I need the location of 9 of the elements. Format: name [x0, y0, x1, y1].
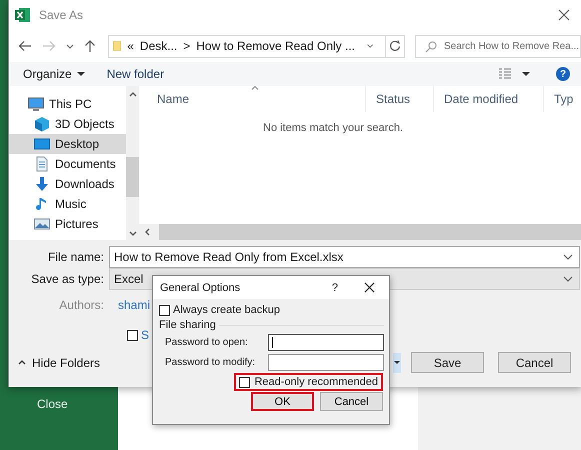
field-label: Password to open: [165, 337, 249, 348]
group-heading: File sharing [159, 319, 216, 331]
empty-message: No items match your search. [262, 122, 404, 134]
field-label: Authors: [58, 298, 105, 312]
field-label: Save as type: [30, 272, 105, 286]
field-label: Password to modify: [165, 357, 256, 368]
field-label: File name: [46, 250, 105, 264]
dialog-title: General Options [160, 282, 240, 294]
window-title: Save As [39, 8, 84, 22]
